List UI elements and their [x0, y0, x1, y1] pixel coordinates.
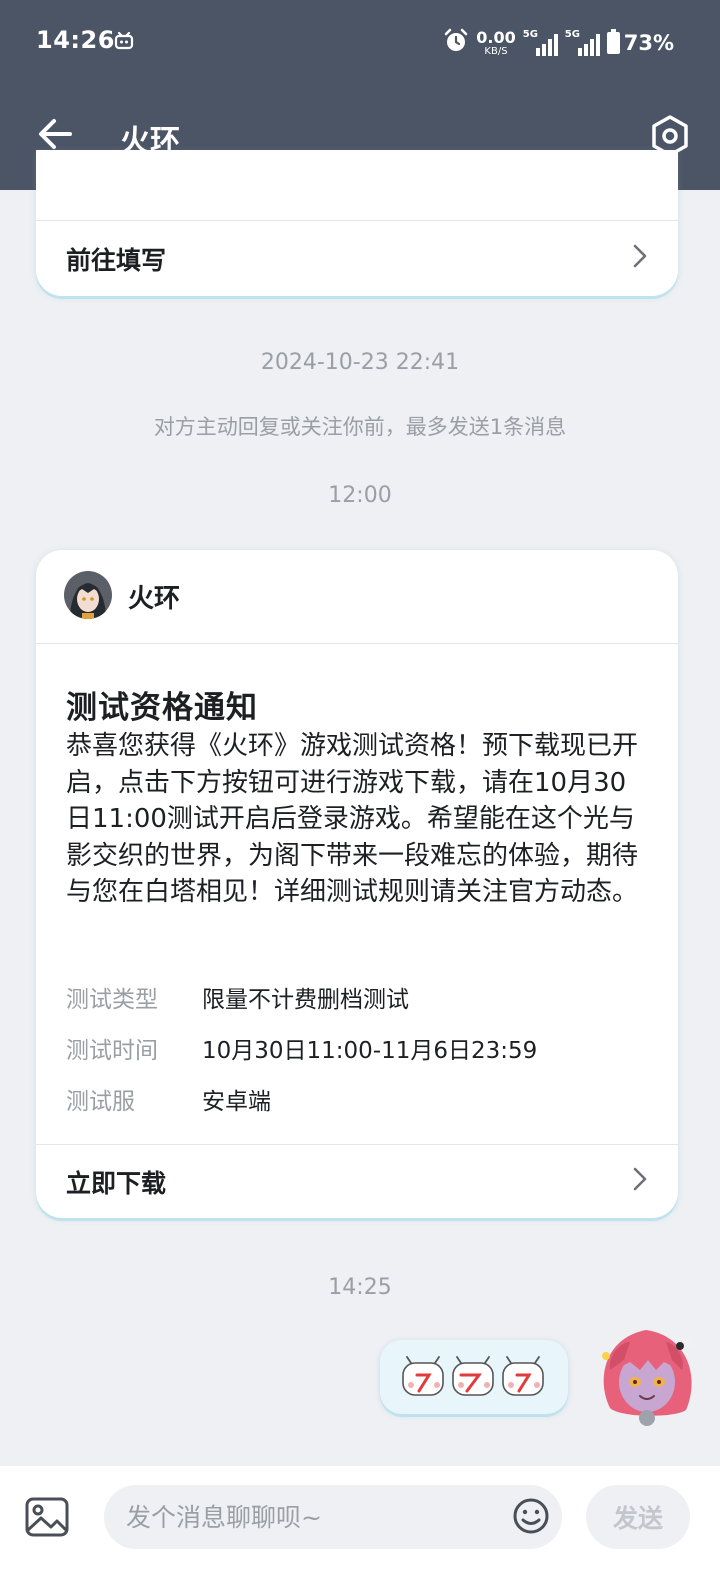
sim1-tag: 5G [522, 29, 538, 40]
previous-message-card: 前往填写 [36, 150, 678, 296]
field-value: 限量不计费删档测试 [202, 987, 409, 1013]
chevron-right-icon [632, 243, 648, 275]
message-input-bar: 发送 [0, 1466, 720, 1584]
message-title: 测试资格通知 [66, 690, 258, 726]
field-row-type: 测试类型 限量不计费删档测试 [66, 980, 650, 1014]
battery-percent: 73% [623, 31, 674, 55]
send-button[interactable]: 发送 [586, 1485, 690, 1549]
signal-sim2-icon: 5G [564, 29, 600, 56]
sender-name: 火环 [128, 584, 181, 614]
net-speed: 0.00 KB/S [476, 27, 516, 57]
field-key: 测试时间 [66, 1038, 158, 1064]
net-speed-value: 0.00 [476, 27, 516, 47]
status-time: 14:26 [36, 26, 115, 54]
outgoing-sticker-message[interactable] [380, 1340, 568, 1414]
emoji-icon[interactable] [512, 1497, 550, 1539]
sim2-tag: 5G [564, 29, 580, 40]
send-limit-notice: 对方主动回复或关注你前，最多发送1条消息 [153, 415, 567, 439]
sticker-emoji-icon [402, 1356, 544, 1396]
image-icon[interactable] [24, 1496, 70, 1542]
download-now-link[interactable]: 立即下载 [36, 1145, 678, 1218]
message-input[interactable] [126, 1485, 506, 1549]
alarm-icon [443, 28, 469, 58]
message-input-wrapper [104, 1485, 562, 1549]
fill-form-label: 前往填写 [66, 245, 167, 275]
timestamp: 14:25 [328, 1275, 392, 1300]
net-speed-unit: KB/S [484, 45, 508, 57]
field-value: 安卓端 [202, 1089, 271, 1115]
my-avatar[interactable] [590, 1320, 704, 1432]
fill-form-link[interactable]: 前往填写 [36, 221, 678, 296]
battery-indicator: 73% [606, 29, 674, 55]
sender-avatar[interactable] [64, 570, 112, 623]
field-value: 10月30日11:00-11月6日23:59 [202, 1038, 538, 1064]
download-now-label: 立即下载 [66, 1168, 167, 1198]
message-body: 恭喜您获得《火环》游戏测试资格！预下载现已开启，点击下方按钮可进行游戏下载，请在… [66, 731, 639, 907]
app-notification-icon [114, 30, 134, 54]
field-row-time: 测试时间 10月30日11:00-11月6日23:59 [66, 1031, 650, 1065]
timestamp: 2024-10-23 22:41 [260, 350, 460, 375]
timestamp: 12:00 [328, 483, 392, 508]
status-icons: 0.00 KB/S 5G 5G 73% [443, 26, 674, 60]
card-sender-row: 火环 [36, 550, 678, 644]
chevron-right-icon [632, 1166, 648, 1198]
field-key: 测试服 [66, 1089, 135, 1115]
field-row-server: 测试服 安卓端 [66, 1082, 650, 1116]
test-qualification-card: 火环 测试资格通知 恭喜您获得《火环》游戏测试资格！预下载现已开启，点击下方按钮… [36, 550, 678, 1218]
field-key: 测试类型 [66, 987, 158, 1013]
status-bar: 14:26 0.00 KB/S 5G 5G 73% [0, 26, 720, 60]
signal-sim1-icon: 5G [522, 29, 558, 56]
battery-icon [606, 29, 620, 54]
